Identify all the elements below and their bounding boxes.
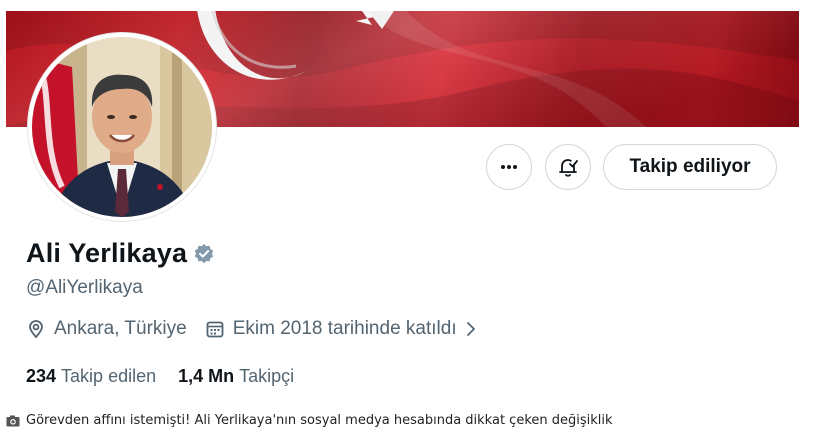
following-button[interactable]: Takip ediliyor [603,144,777,190]
profile-avatar[interactable] [28,33,216,221]
verified-seal-icon [195,243,214,263]
followers-count: 1,4 Mn [178,366,235,386]
more-horizontal-icon [501,165,517,169]
location-item: Ankara, Türkiye [26,318,187,340]
notifications-button[interactable] [545,144,591,190]
location-text: Ankara, Türkiye [54,318,187,339]
image-caption: Görevden affını istemişti! Ali Yerlikaya… [6,413,613,428]
chevron-right-icon [466,322,475,336]
profile-meta-row: Ankara, Türkiye Ekim 2018 tarihinde katı… [26,318,485,340]
more-options-button[interactable] [486,144,532,190]
following-label: Takip edilen [61,366,157,386]
avatar-photo [32,37,212,217]
joined-text: Ekim 2018 tarihinde katıldı [232,318,457,339]
caption-text: Görevden affını istemişti! Ali Yerlikaya… [26,413,613,428]
profile-stats-row: 234 Takip edilen 1,4 Mn Takipçi [26,366,294,387]
location-pin-icon [29,320,43,339]
followers-stat-link[interactable]: 1,4 Mn Takipçi [178,366,294,387]
camera-icon [6,415,20,426]
user-handle: @AliYerlikaya [26,277,143,298]
profile-page: Takip ediliyor Ali Yerlikaya @AliYerlika… [0,0,827,447]
verified-badge-icon[interactable] [193,243,215,265]
following-count: 234 [26,366,57,386]
calendar-icon [206,321,224,338]
display-name: Ali Yerlikaya [26,238,188,268]
bell-check-icon [559,159,578,177]
following-stat-link[interactable]: 234 Takip edilen [26,366,156,387]
followers-label: Takipçi [239,366,295,386]
profile-name-row: Ali Yerlikaya [26,238,215,269]
joined-item[interactable]: Ekim 2018 tarihinde katıldı [205,318,485,340]
